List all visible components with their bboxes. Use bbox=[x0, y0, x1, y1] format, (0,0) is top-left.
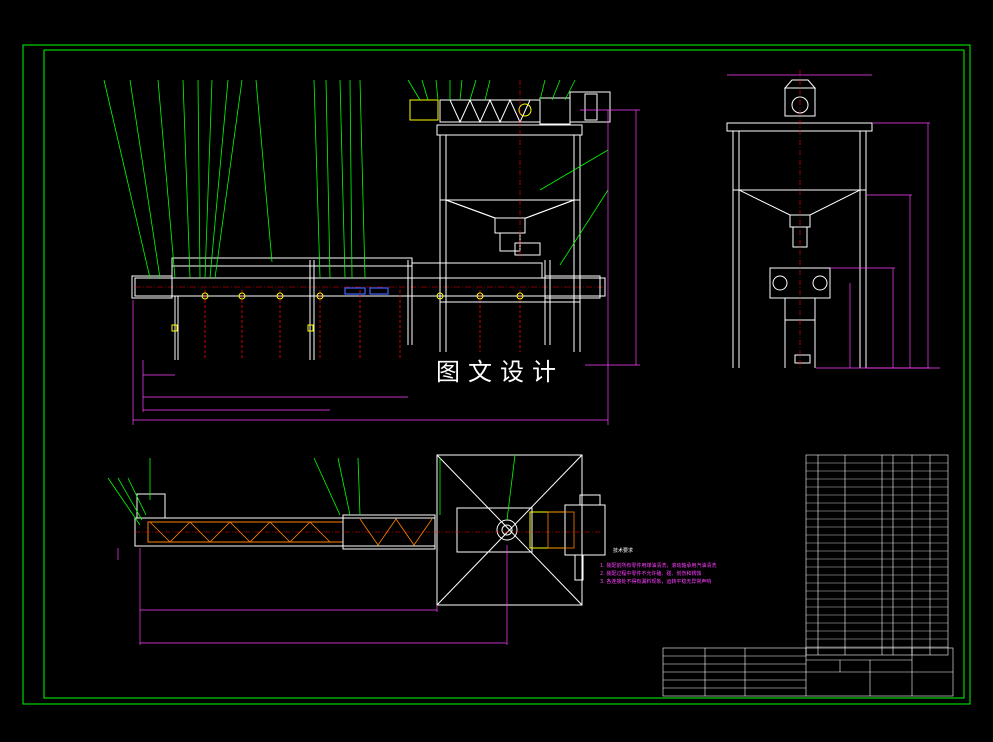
side-view-dimensions bbox=[727, 74, 940, 369]
technical-notes-title: 技术要求 bbox=[613, 548, 634, 554]
bom-table bbox=[805, 454, 949, 656]
bom-rows bbox=[806, 462, 948, 648]
plan-view bbox=[107, 454, 606, 645]
watermark: 图文设计 bbox=[415, 352, 585, 392]
technical-note-3: 3. 各连接处不得有漏料现象，运转平稳无异常声响 bbox=[600, 579, 712, 585]
technical-note-1: 1. 装配前所有零件用煤油清洗，滚动轴承用汽油清洗 bbox=[600, 563, 717, 569]
technical-note-2: 2. 装配过程中零件不允许磕、碰、划伤和锈蚀 bbox=[600, 571, 702, 577]
